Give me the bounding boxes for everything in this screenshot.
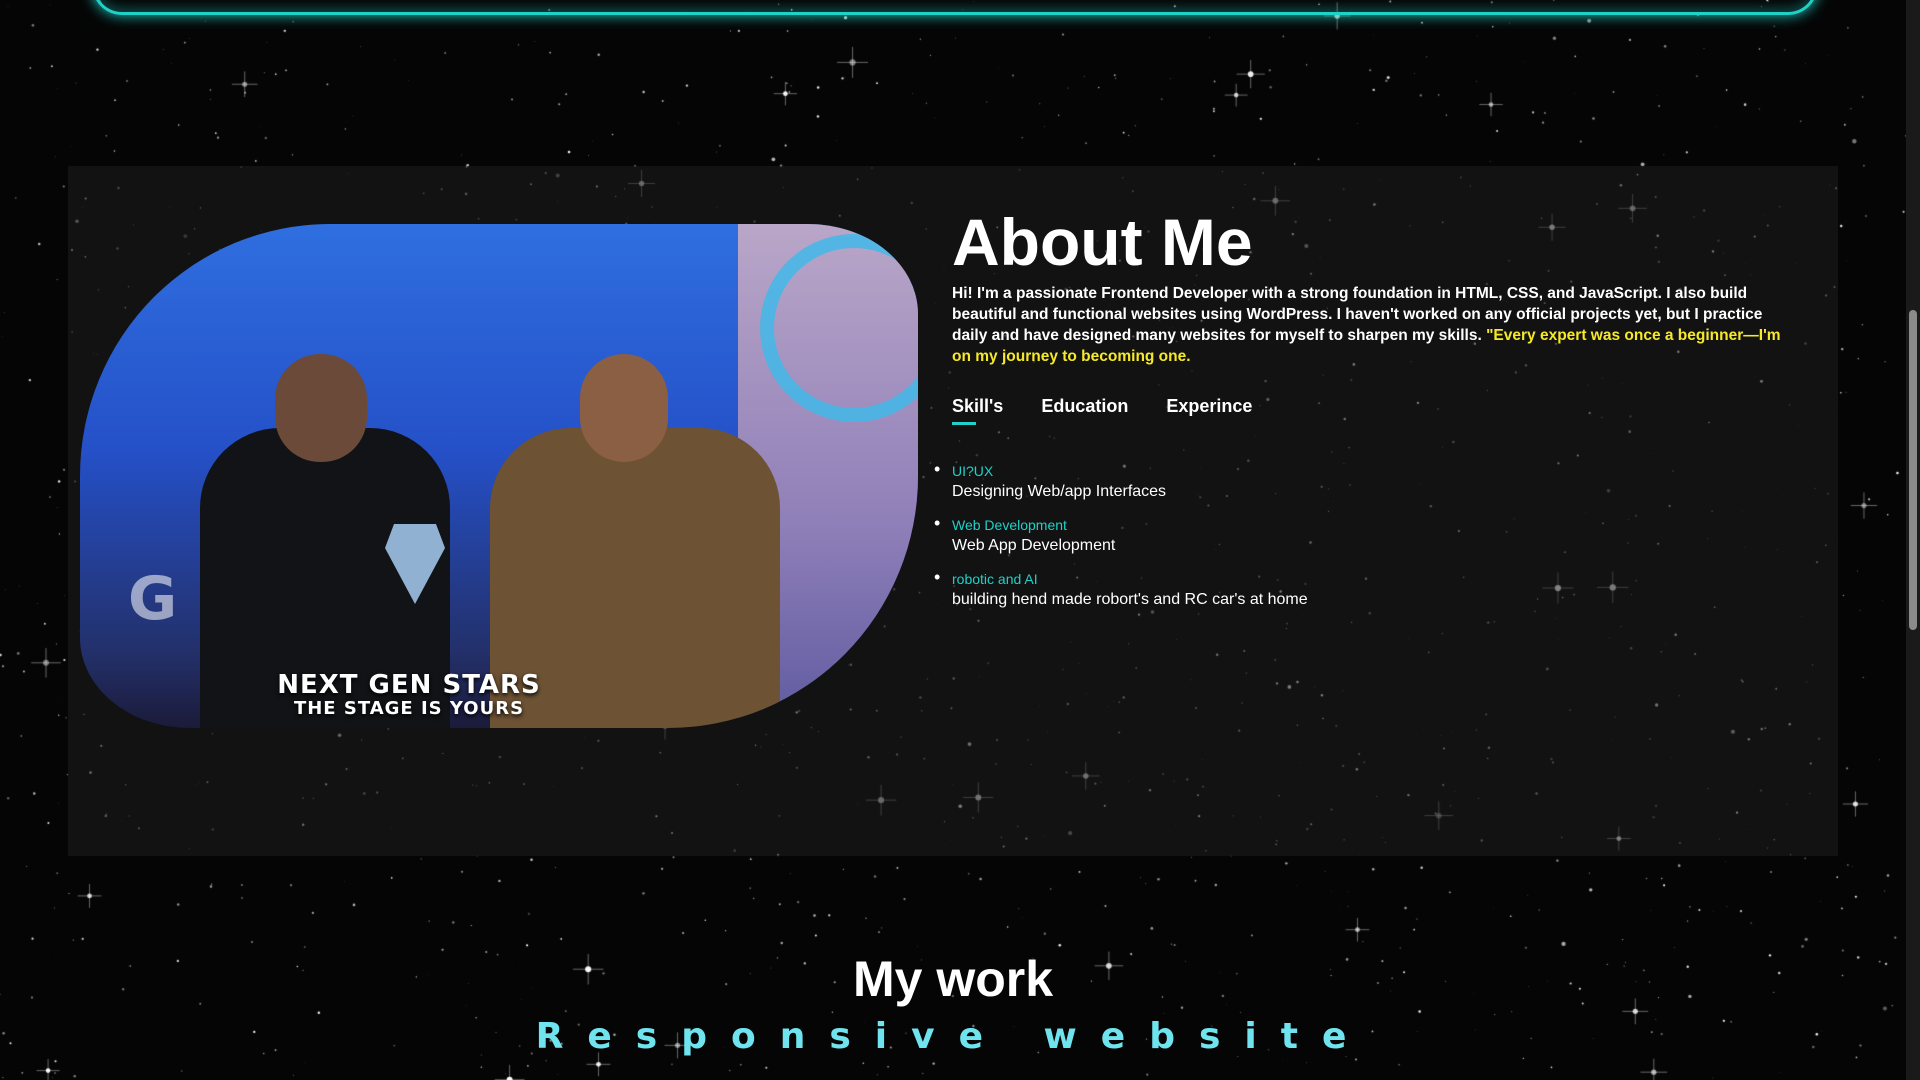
photo-person-left-head — [275, 354, 367, 462]
list-item: UI?UX Designing Web/app Interfaces — [934, 459, 1308, 502]
list-item: Web Development Web App Development — [934, 513, 1308, 556]
list-item: robotic and AI building hend made robort… — [934, 567, 1308, 610]
skill-desc: building hend made robort's and RC car's… — [952, 591, 1308, 608]
page-scrollbar[interactable] — [1906, 0, 1920, 1080]
navbar-frame — [92, 0, 1818, 15]
photo-person-right-head — [580, 354, 668, 462]
scrollbar-thumb[interactable] — [1909, 310, 1917, 630]
skill-desc: Designing Web/app Interfaces — [952, 483, 1167, 500]
profile-photo: NEXT GEN STARS THE STAGE IS YOURS G — [80, 224, 918, 728]
about-title: About Me — [952, 205, 1253, 279]
photo-caption-subtitle: THE STAGE IS YOURS — [293, 698, 525, 719]
work-subtitle: Responsive website — [535, 1016, 1371, 1057]
photo-caption-title: NEXT GEN STARS — [277, 670, 541, 700]
skill-name: UI?UX — [952, 463, 994, 479]
work-title: My work — [852, 951, 1054, 1007]
photo-sign-letter: G — [128, 564, 178, 634]
about-intro: Hi! I'm a passionate Frontend Developer … — [952, 283, 1802, 367]
skill-name: robotic and AI — [952, 571, 1038, 587]
skills-list: UI?UX Designing Web/app Interfaces Web D… — [934, 459, 1308, 624]
tab-education[interactable]: Education — [1041, 396, 1128, 425]
about-tabs: Skill's Education Experince — [952, 396, 1252, 425]
tab-experience[interactable]: Experince — [1166, 396, 1252, 425]
skill-name: Web Development — [952, 517, 1067, 533]
tab-skills[interactable]: Skill's — [952, 396, 1003, 425]
skill-desc: Web App Development — [952, 537, 1116, 554]
